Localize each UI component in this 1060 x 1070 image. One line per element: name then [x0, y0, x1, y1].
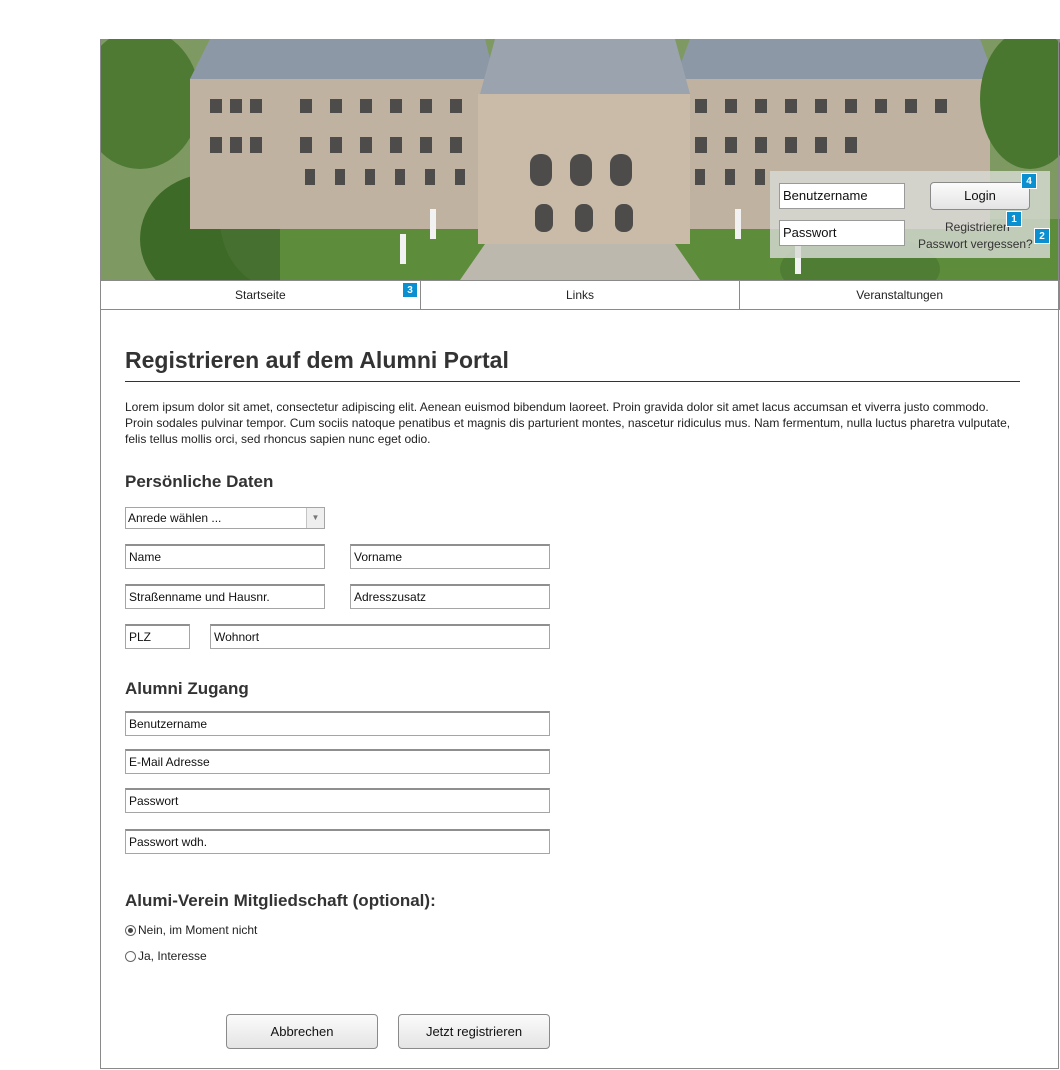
zip-field[interactable]: PLZ [125, 624, 190, 649]
page-title: Registrieren auf dem Alumni Portal [125, 347, 509, 373]
salutation-select[interactable]: Anrede wählen ... ▼ [125, 507, 325, 529]
email-field[interactable]: E-Mail Adresse [125, 749, 550, 774]
radio-selected-icon[interactable] [125, 924, 136, 936]
radio-unselected-icon[interactable] [125, 950, 136, 962]
section-membership-heading: Alumi-Verein Mitgliedschaft (optional): [125, 891, 436, 910]
username-field[interactable]: Benutzername [125, 711, 550, 736]
firstname-field[interactable]: Vorname [350, 544, 550, 569]
salutation-value: Anrede wählen ... [128, 511, 222, 525]
city-field[interactable]: Wohnort [210, 624, 550, 649]
title-divider [125, 381, 1020, 382]
intro-text: Lorem ipsum dolor sit amet, consectetur … [125, 400, 1011, 446]
chevron-down-icon[interactable]: ▼ [306, 508, 324, 528]
name-field[interactable]: Name [125, 544, 325, 569]
membership-option-yes-label: Ja, Interesse [138, 949, 207, 963]
cancel-button[interactable]: Abbrechen [226, 1014, 378, 1049]
section-personal-heading: Persönliche Daten [125, 472, 274, 491]
section-access-heading: Alumni Zugang [125, 679, 249, 698]
password-field[interactable]: Passwort [125, 788, 550, 813]
address-extra-field[interactable]: Adresszusatz [350, 584, 550, 609]
membership-option-no[interactable]: Nein, im Moment nicht [125, 923, 257, 937]
street-field[interactable]: Straßenname und Hausnr. [125, 584, 325, 609]
membership-option-yes[interactable]: Ja, Interesse [125, 949, 207, 963]
membership-option-no-label: Nein, im Moment nicht [138, 923, 258, 937]
register-button[interactable]: Jetzt registrieren [398, 1014, 550, 1049]
password-repeat-field[interactable]: Passwort wdh. [125, 829, 550, 854]
